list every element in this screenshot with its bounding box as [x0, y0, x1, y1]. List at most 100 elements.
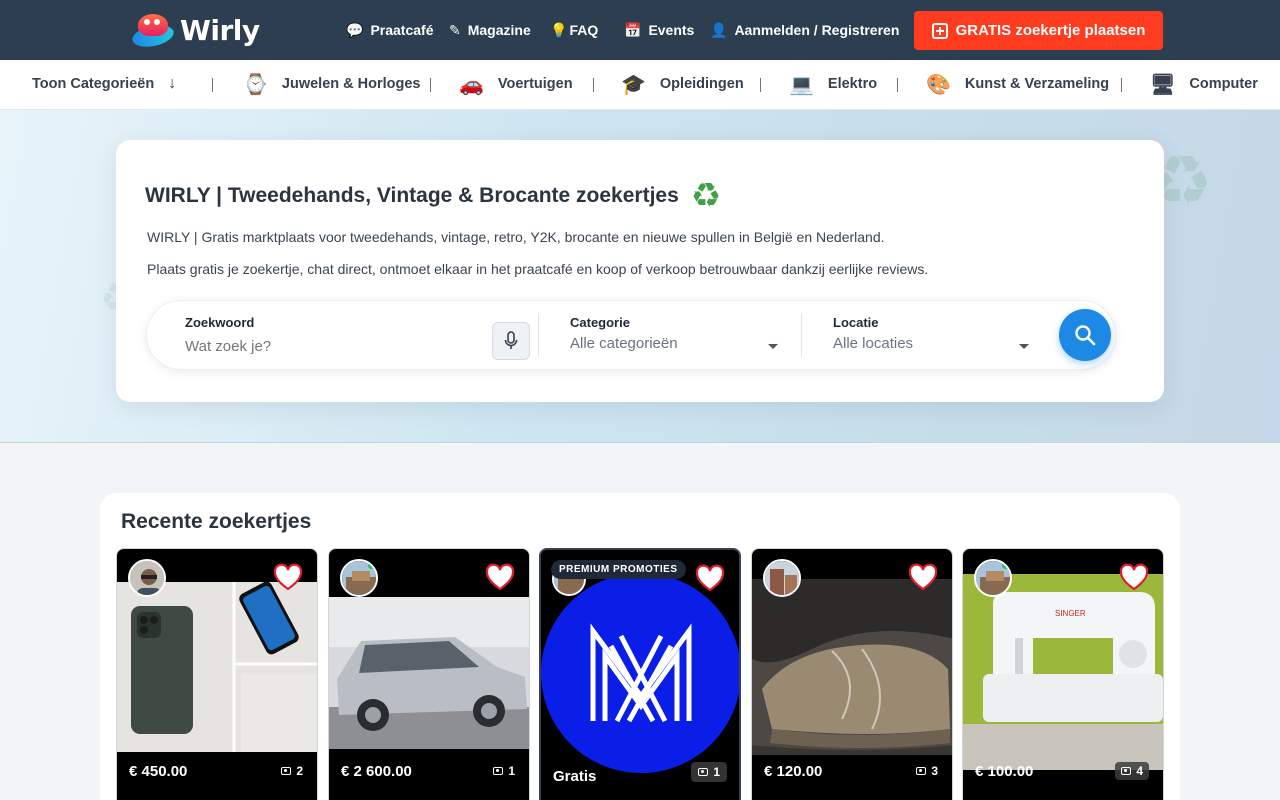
hero-intro-text: Plaats gratis je zoekertje, chat direct,…	[147, 261, 929, 277]
hero-title-text: WIRLY | Tweedehands, Vintage & Brocante …	[145, 184, 679, 207]
microphone-icon	[504, 331, 518, 349]
recent-listings-section: Recente zoekertjes € 450.00 2 € 2 600.00…	[100, 493, 1180, 800]
svg-text:SINGER: SINGER	[1055, 609, 1086, 618]
graduation-cap-icon: 🎓	[621, 73, 646, 96]
hero-intro-text: WIRLY | Gratis marktplaats voor tweedeha…	[147, 229, 885, 245]
search-button[interactable]	[1059, 309, 1111, 361]
location-select[interactable]: Alle locaties	[833, 335, 1033, 359]
nav-label: FAQ	[569, 22, 599, 38]
listing-card[interactable]: PREMIUM PROMOTIES Gratis 1	[539, 548, 741, 800]
voice-search-button[interactable]	[492, 322, 530, 360]
category-select-value: Alle categorieën	[570, 335, 678, 352]
seller-avatar[interactable]	[340, 559, 378, 597]
listing-photo	[329, 597, 529, 749]
listing-photo	[752, 579, 952, 755]
category-select[interactable]: Alle categorieën	[570, 335, 780, 359]
category-label: Juwelen & Horloges	[281, 76, 421, 92]
category-divider	[212, 78, 213, 92]
seller-avatar[interactable]	[128, 559, 166, 597]
favorite-heart-icon[interactable]	[273, 563, 303, 593]
nav-label: Events	[648, 22, 695, 38]
photo-count: 2	[281, 764, 303, 778]
category-label: Elektro	[827, 76, 878, 92]
nav-faq[interactable]: 💡 FAQ	[550, 0, 598, 60]
location-field-label: Locatie	[833, 315, 879, 330]
desktop-icon: 🖥	[1150, 73, 1176, 96]
page-title: WIRLY | Tweedehands, Vintage & Brocante …	[145, 176, 721, 216]
listing-price: € 450.00	[129, 763, 188, 780]
calendar-icon: 📅	[624, 21, 642, 38]
category-field-label: Categorie	[570, 315, 630, 330]
nav-events[interactable]: 📅 Events	[624, 0, 694, 60]
show-categories-label: Toon Categorieën	[32, 76, 155, 92]
pencil-icon: ✎	[449, 21, 461, 38]
seller-avatar[interactable]	[763, 559, 801, 597]
listing-card[interactable]: € 120.00 3	[751, 548, 953, 800]
listing-price: € 2 600.00	[341, 763, 412, 780]
logo-text: Wirly	[180, 13, 260, 47]
field-divider	[538, 313, 539, 357]
category-divider	[897, 78, 898, 92]
nav-magazine[interactable]: ✎ Magazine	[449, 0, 531, 60]
top-navigation-bar: Wirly 💬 Praatcafé ✎ Magazine 💡 FAQ 📅 Eve…	[0, 0, 1280, 60]
laptop-icon: 💻	[789, 73, 814, 96]
watch-icon: ⌚	[243, 73, 268, 96]
category-voertuigen[interactable]: 🚗 Voertuigen	[459, 60, 573, 108]
category-opleidingen[interactable]: 🎓 Opleidingen	[621, 60, 744, 108]
chat-bubble-icon: 💬	[346, 21, 364, 38]
camera-icon	[281, 767, 292, 775]
category-label: Computer	[1189, 76, 1258, 92]
camera-icon	[916, 767, 927, 775]
keyword-label: Zoekwoord	[185, 315, 255, 330]
search-icon	[1075, 325, 1096, 346]
favorite-heart-icon[interactable]	[695, 564, 725, 594]
camera-icon	[493, 767, 504, 775]
logo-mark-icon	[130, 10, 176, 51]
category-label: Opleidingen	[659, 76, 744, 92]
category-juwelen-horloges[interactable]: ⌚ Juwelen & Horloges	[243, 60, 421, 108]
category-bar: Toon Categorieën ↓ ⌚ Juwelen & Horloges …	[0, 60, 1280, 110]
listing-price: € 100.00	[975, 763, 1034, 780]
photo-count: 4	[1115, 762, 1149, 780]
photo-count: 3	[916, 764, 938, 778]
post-listing-button[interactable]: GRATIS zoekertje plaatsen	[914, 11, 1163, 50]
search-bar: Zoekwoord Categorie Alle categorieën Loc…	[146, 300, 1116, 370]
field-divider	[801, 313, 802, 357]
favorite-heart-icon[interactable]	[1119, 563, 1149, 593]
category-divider	[593, 78, 594, 92]
nav-praatcafe[interactable]: 💬 Praatcafé	[346, 0, 433, 60]
arrow-down-icon: ↓	[168, 75, 177, 92]
favorite-heart-icon[interactable]	[485, 563, 515, 593]
section-title: Recente zoekertjes	[121, 510, 312, 533]
nav-label: Aanmelden / Registreren	[734, 22, 900, 38]
camera-icon	[1121, 767, 1132, 775]
nav-login-register[interactable]: 👤 Aanmelden / Registreren	[710, 0, 899, 60]
location-select-value: Alle locaties	[833, 335, 914, 352]
listing-card[interactable]: SINGER € 100.00 4	[962, 548, 1164, 800]
photo-count: 1	[493, 764, 515, 778]
listing-card[interactable]: € 2 600.00 1	[328, 548, 530, 800]
nav-label: Praatcafé	[370, 22, 434, 38]
category-label: Voertuigen	[497, 76, 573, 92]
category-computer[interactable]: 🖥 Computer	[1150, 60, 1258, 108]
listing-card[interactable]: € 450.00 2	[116, 548, 318, 800]
keyword-input[interactable]	[185, 335, 475, 357]
favorite-heart-icon[interactable]	[908, 563, 938, 593]
caret-down-icon	[768, 344, 778, 349]
category-divider	[1121, 78, 1122, 92]
user-circle-icon: 👤	[710, 21, 728, 38]
photo-count: 1	[691, 762, 727, 782]
lightbulb-icon: 💡	[550, 21, 568, 38]
category-divider	[760, 78, 761, 92]
car-icon: 🚗	[459, 73, 484, 96]
show-categories-toggle[interactable]: Toon Categorieën ↓	[32, 60, 176, 108]
category-elektro[interactable]: 💻 Elektro	[789, 60, 877, 108]
wirly-logo[interactable]: Wirly	[130, 8, 260, 52]
hero-card: WIRLY | Tweedehands, Vintage & Brocante …	[116, 140, 1164, 402]
palette-icon: 🎨	[926, 73, 951, 96]
listing-price: € 120.00	[764, 763, 823, 780]
category-kunst-verzameling[interactable]: 🎨 Kunst & Verzameling	[926, 60, 1109, 108]
seller-avatar[interactable]	[974, 559, 1012, 597]
listing-photo	[541, 573, 739, 774]
caret-down-icon	[1019, 344, 1029, 349]
